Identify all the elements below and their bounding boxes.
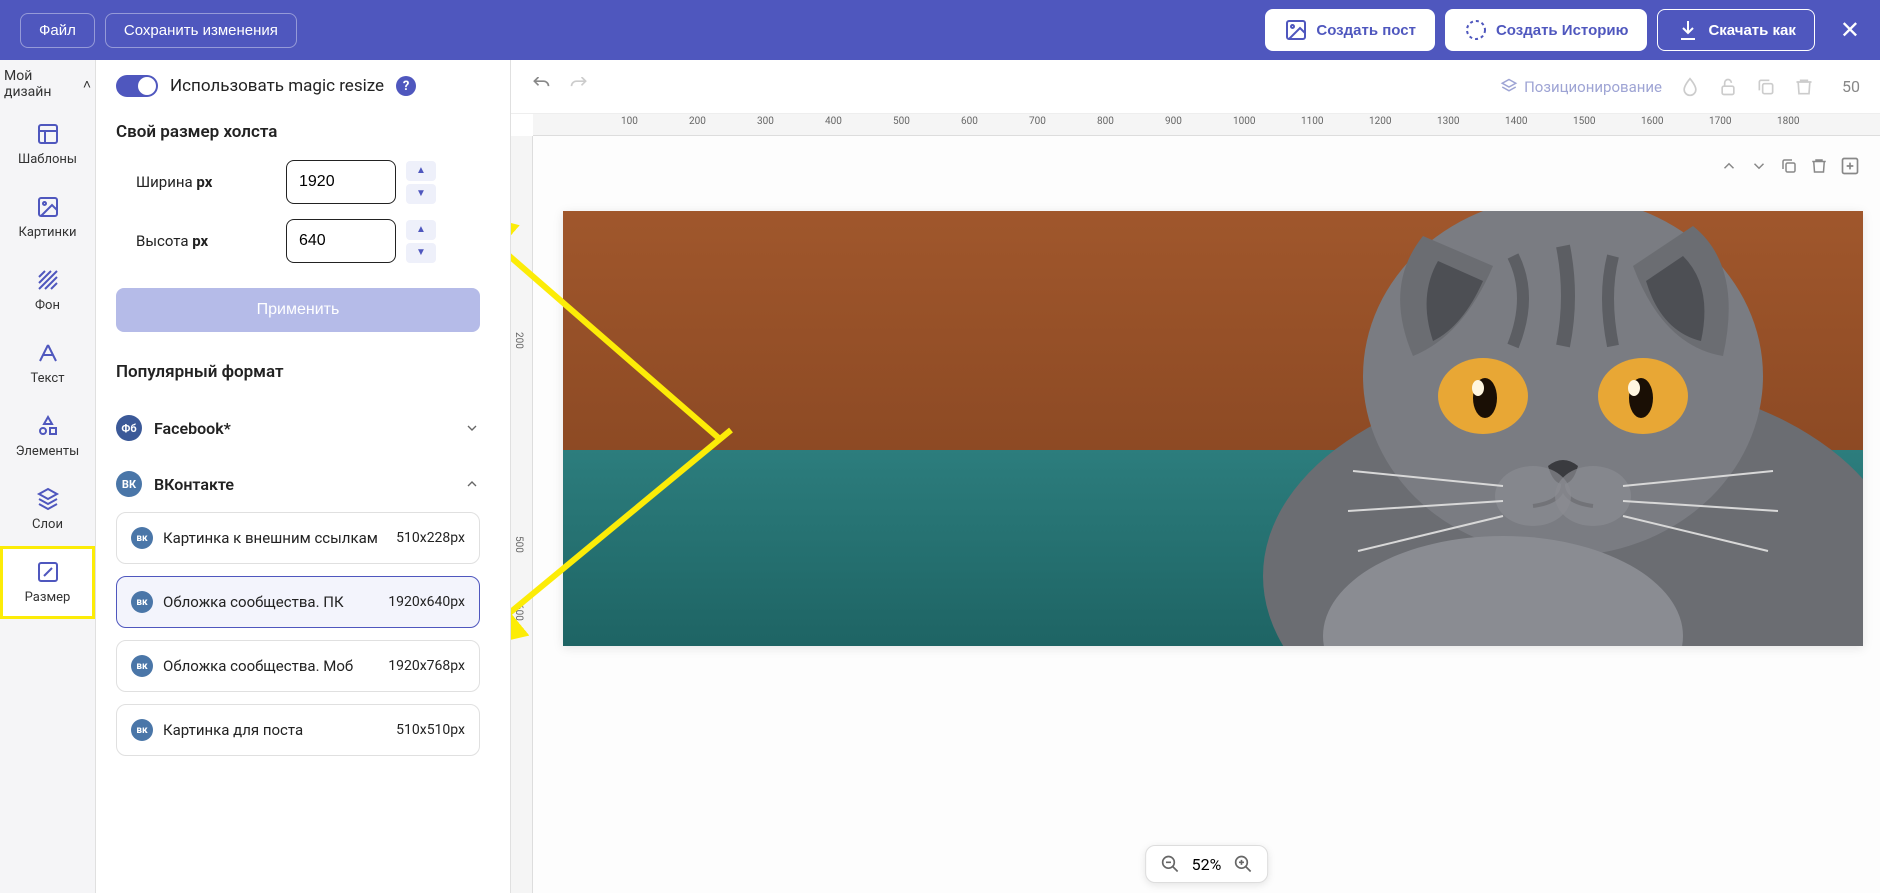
create-story-button[interactable]: Создать Историю <box>1445 9 1647 51</box>
story-icon <box>1464 18 1488 42</box>
nav-images[interactable]: Картинки <box>0 181 95 254</box>
nav-text[interactable]: Текст <box>0 327 95 400</box>
left-sidebar: Мой дизайн ˄ Шаблоны Картинки Фон Текст … <box>0 60 96 893</box>
nav-background[interactable]: Фон <box>0 254 95 327</box>
download-icon <box>1676 18 1700 42</box>
add-page-icon[interactable] <box>1840 156 1860 176</box>
chevron-up-icon <box>464 476 480 492</box>
design-label[interactable]: Мой дизайн ˄ <box>0 60 95 108</box>
size-panel: Использовать magic resize ? Свой размер … <box>96 60 511 893</box>
nav-elements[interactable]: Элементы <box>0 400 95 473</box>
popular-format-title: Популярный формат <box>116 362 480 382</box>
images-icon <box>36 195 60 219</box>
fb-icon: Фб <box>116 415 142 441</box>
save-button[interactable]: Сохранить изменения <box>105 13 297 48</box>
width-label: Ширина px <box>116 173 276 191</box>
hatch-icon <box>36 268 60 292</box>
zoom-widget: 52% <box>1145 845 1269 883</box>
height-down-button[interactable]: ▼ <box>406 243 436 263</box>
width-up-button[interactable]: ▲ <box>406 161 436 181</box>
page-up-icon[interactable] <box>1720 157 1738 175</box>
height-input[interactable] <box>286 219 396 263</box>
nav-templates[interactable]: Шаблоны <box>0 108 95 181</box>
undo-icon[interactable] <box>531 77 551 97</box>
topbar: Файл Сохранить изменения Создать пост Со… <box>0 0 1880 60</box>
lock-icon[interactable] <box>1718 77 1738 97</box>
ruler-vertical: 200500600 <box>511 136 533 893</box>
preset-name: Обложка сообщества. Моб <box>163 657 378 675</box>
preset-dims: 510x510px <box>396 722 465 738</box>
width-input[interactable] <box>286 160 396 204</box>
trash-icon[interactable] <box>1794 77 1814 97</box>
workspace[interactable]: 52% <box>533 136 1880 893</box>
positioning-button[interactable]: Позиционирование <box>1500 78 1662 96</box>
preset-name: Обложка сообщества. ПК <box>163 593 378 611</box>
nav-size[interactable]: Размер <box>0 546 95 619</box>
platform-vk[interactable]: ВК ВКонтакте <box>116 456 480 512</box>
vk-icon: вк <box>131 655 153 677</box>
help-icon[interactable]: ? <box>396 76 416 96</box>
resize-icon <box>36 560 60 584</box>
delete-page-icon[interactable] <box>1810 157 1828 175</box>
vk-icon: вк <box>131 527 153 549</box>
download-button[interactable]: Скачать как <box>1657 9 1814 51</box>
platform-facebook[interactable]: Фб Facebook* <box>116 400 480 456</box>
preset-dims: 1920x768px <box>388 658 465 674</box>
magic-resize-toggle[interactable] <box>116 75 158 97</box>
artboard[interactable] <box>563 211 1863 646</box>
height-label: Высота px <box>116 232 276 250</box>
page-down-icon[interactable] <box>1750 157 1768 175</box>
chevron-up-icon: ˄ <box>83 76 91 93</box>
canvas-area: Позиционирование 50 10020030040050060070… <box>511 60 1880 893</box>
zoom-out-icon[interactable] <box>1160 854 1180 874</box>
duplicate-icon[interactable] <box>1780 157 1798 175</box>
preset-dims: 1920x640px <box>388 594 465 610</box>
zoom-in-icon[interactable] <box>1233 854 1253 874</box>
apply-button[interactable]: Применить <box>116 288 480 332</box>
create-post-button[interactable]: Создать пост <box>1265 9 1435 51</box>
preset-name: Картинка к внешним ссылкам <box>163 529 386 547</box>
canvas-size-title: Свой размер холста <box>116 122 480 142</box>
preset-item[interactable]: вк Обложка сообщества. ПК 1920x640px <box>116 576 480 628</box>
file-button[interactable]: Файл <box>20 13 95 48</box>
canvas-toolbar: Позиционирование 50 <box>511 60 1880 114</box>
magic-resize-label: Использовать magic resize <box>170 76 384 96</box>
preset-dims: 510x228px <box>396 530 465 546</box>
height-up-button[interactable]: ▲ <box>406 220 436 240</box>
vk-icon: вк <box>131 719 153 741</box>
nav-layers[interactable]: Слои <box>0 473 95 546</box>
preset-item[interactable]: вк Картинка к внешним ссылкам 510x228px <box>116 512 480 564</box>
preset-name: Картинка для поста <box>163 721 386 739</box>
shapes-icon <box>36 414 60 438</box>
layers-icon <box>1500 78 1518 96</box>
preset-item[interactable]: вк Картинка для поста 510x510px <box>116 704 480 756</box>
zoom-reset[interactable]: 50 <box>1842 77 1860 96</box>
cat-image <box>1083 211 1863 646</box>
ruler-horizontal: 1002003004005006007008009001000110012001… <box>533 114 1880 136</box>
vk-icon: ВК <box>116 471 142 497</box>
zoom-value: 52% <box>1192 855 1222 874</box>
close-icon[interactable]: ✕ <box>1840 16 1860 44</box>
templates-icon <box>36 122 60 146</box>
redo-icon[interactable] <box>569 77 589 97</box>
width-down-button[interactable]: ▼ <box>406 184 436 204</box>
drop-icon[interactable] <box>1680 77 1700 97</box>
vk-icon: вк <box>131 591 153 613</box>
chevron-down-icon <box>464 420 480 436</box>
copy-icon[interactable] <box>1756 77 1776 97</box>
image-icon <box>1284 18 1308 42</box>
text-icon <box>36 341 60 365</box>
preset-item[interactable]: вк Обложка сообщества. Моб 1920x768px <box>116 640 480 692</box>
layers-icon <box>36 487 60 511</box>
